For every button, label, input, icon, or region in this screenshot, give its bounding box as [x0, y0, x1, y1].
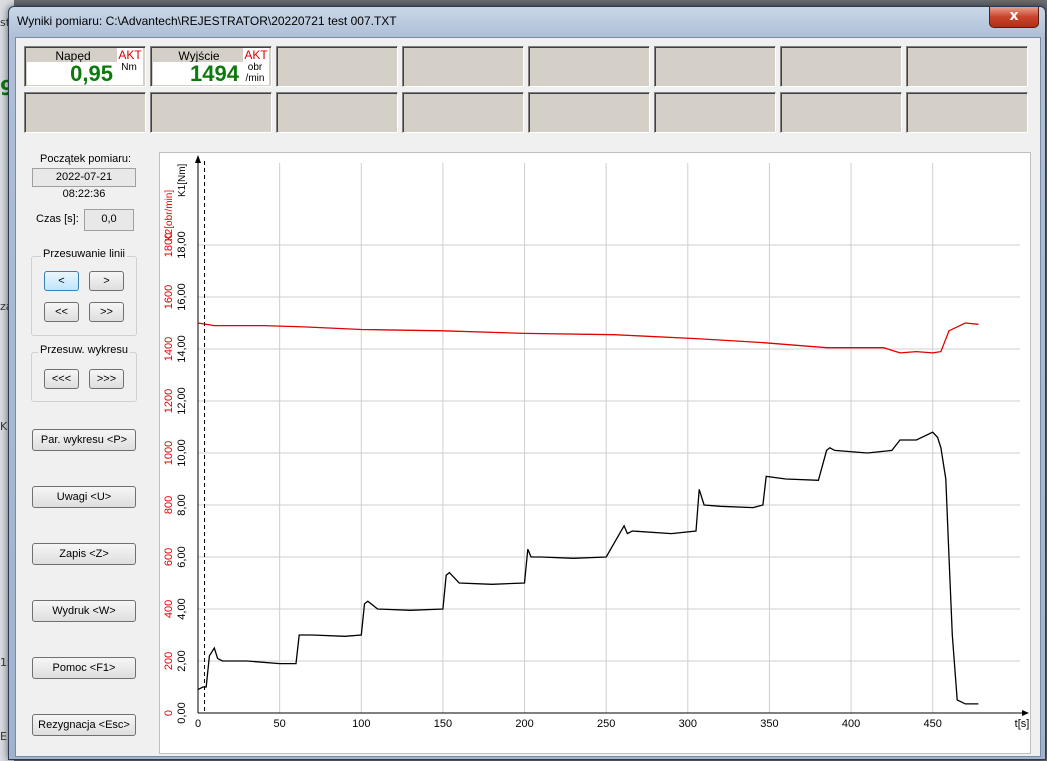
y-red-axis-label: K2[obr/min] — [164, 190, 175, 241]
x-tick-label: 150 — [434, 718, 452, 730]
cancel-button[interactable]: Rezygnacja <Esc> — [32, 714, 136, 736]
series-line-k1 — [197, 431, 979, 705]
print-button[interactable]: Wydruk <W> — [32, 600, 136, 622]
x-tick-label: 50 — [274, 718, 286, 730]
close-button[interactable]: x — [989, 7, 1039, 28]
results-window: Wyniki pomiaru: C:\Advantech\REJESTRATOR… — [8, 6, 1046, 760]
x-tick-label: 350 — [760, 718, 778, 730]
y-tick-label: 18,00 — [176, 231, 188, 259]
y-red-tick-label: 400 — [163, 600, 175, 618]
y-red-tick-label: 1000 — [163, 441, 175, 465]
indicator-empty — [906, 46, 1028, 87]
x-tick-label: 400 — [842, 718, 860, 730]
window-title: Wyniki pomiaru: C:\Advantech\REJESTRATOR… — [17, 14, 397, 28]
y-axis-arrow — [195, 155, 201, 163]
chart-left-button[interactable]: <<< — [44, 369, 79, 389]
x-tick-label: 250 — [597, 718, 615, 730]
x-tick-label: 450 — [924, 718, 942, 730]
y-red-tick-label: 600 — [163, 548, 175, 566]
indicator-empty — [528, 46, 650, 87]
indicator-akt: AKT — [243, 48, 269, 62]
series-line-k2 — [197, 322, 979, 354]
y-tick-label: 10,00 — [176, 439, 188, 467]
indicator-empty — [150, 92, 272, 133]
indicator-empty — [780, 46, 902, 87]
x-axis-label: t[s] — [1015, 718, 1030, 730]
indicator-empty — [528, 92, 650, 133]
y-tick-label: 14,00 — [176, 335, 188, 363]
y-tick-label: 8,00 — [176, 494, 188, 515]
y-red-tick-label: 1600 — [163, 285, 175, 309]
start-label: Początek pomiaru: — [40, 153, 132, 165]
y-tick-label: 4,00 — [176, 598, 188, 619]
indicator-empty — [276, 92, 398, 133]
chart-area: 0 50 100 150 200 250 300 350 400 450 0,00 2,00 4,00 6… — [159, 152, 1031, 754]
chart-shift-title: Przesuw. wykresu — [37, 344, 131, 356]
x-tick-label: 300 — [679, 718, 697, 730]
indicator-naped: Napęd AKT 0,95 Nm — [24, 46, 146, 87]
indicator-akt: AKT — [117, 48, 143, 62]
indicator-value: 0,95 — [27, 62, 117, 86]
title-bar[interactable]: Wyniki pomiaru: C:\Advantech\REJESTRATOR… — [9, 7, 1045, 37]
x-tick-label: 200 — [515, 718, 533, 730]
y-tick-label: 2,00 — [176, 650, 188, 671]
measurement-chart: 0 50 100 150 200 250 300 350 400 450 0,00 2,00 4,00 6… — [163, 155, 1030, 730]
indicator-empty — [24, 92, 146, 133]
time-field[interactable]: 0,0 — [84, 209, 134, 231]
indicator-empty — [276, 46, 398, 87]
indicator-wyjscie: Wyjście AKT 1494 obr/min — [150, 46, 272, 87]
x-axis-arrow — [1022, 710, 1029, 716]
y-tick-label: 0,00 — [176, 702, 188, 723]
line-right-fast-button[interactable]: >> — [89, 302, 124, 322]
y-tick-label: 16,00 — [176, 283, 188, 311]
x-tick-label: 100 — [352, 718, 370, 730]
window-client: Napęd AKT 0,95 Nm Wyjście AKT 1494 obr/m… — [15, 37, 1041, 757]
y-tick-label: 12,00 — [176, 387, 188, 415]
line-left-fast-button[interactable]: << — [44, 302, 79, 322]
time-label: Czas [s]: — [36, 213, 79, 225]
indicator-empty — [906, 92, 1028, 133]
line-left-button[interactable]: < — [44, 271, 79, 291]
y-red-tick-label: 0 — [163, 710, 175, 716]
y-red-tick-label: 1400 — [163, 337, 175, 361]
y-tick-label: 6,00 — [176, 546, 188, 567]
chart-right-button[interactable]: >>> — [89, 369, 124, 389]
indicator-empty — [402, 46, 524, 87]
indicator-unit: Nm — [115, 62, 143, 85]
indicator-empty — [654, 46, 776, 87]
notes-button[interactable]: Uwagi <U> — [32, 486, 136, 508]
y-red-tick-label: 200 — [163, 652, 175, 670]
chart-params-button[interactable]: Par. wykresu <P> — [32, 429, 136, 451]
y-axis-label: K1[Nm] — [177, 163, 188, 197]
line-right-button[interactable]: > — [89, 271, 124, 291]
background-fragment: E — [0, 730, 7, 743]
line-shift-group: Przesuwanie linii — [31, 248, 137, 336]
close-icon: x — [1009, 8, 1019, 24]
indicator-unit: obr/min — [241, 62, 269, 85]
x-tick-label: 0 — [195, 718, 201, 730]
start-field[interactable]: 2022-07-21 08:22:36 — [32, 168, 136, 200]
indicator-empty — [402, 92, 524, 133]
y-red-tick-label: 800 — [163, 496, 175, 514]
indicator-empty — [780, 92, 902, 133]
indicator-value: 1494 — [153, 62, 243, 86]
y-red-tick-label: 1200 — [163, 389, 175, 413]
line-shift-title: Przesuwanie linii — [41, 248, 127, 260]
help-button[interactable]: Pomoc <F1> — [32, 657, 136, 679]
save-button[interactable]: Zapis <Z> — [32, 543, 136, 565]
indicator-empty — [654, 92, 776, 133]
